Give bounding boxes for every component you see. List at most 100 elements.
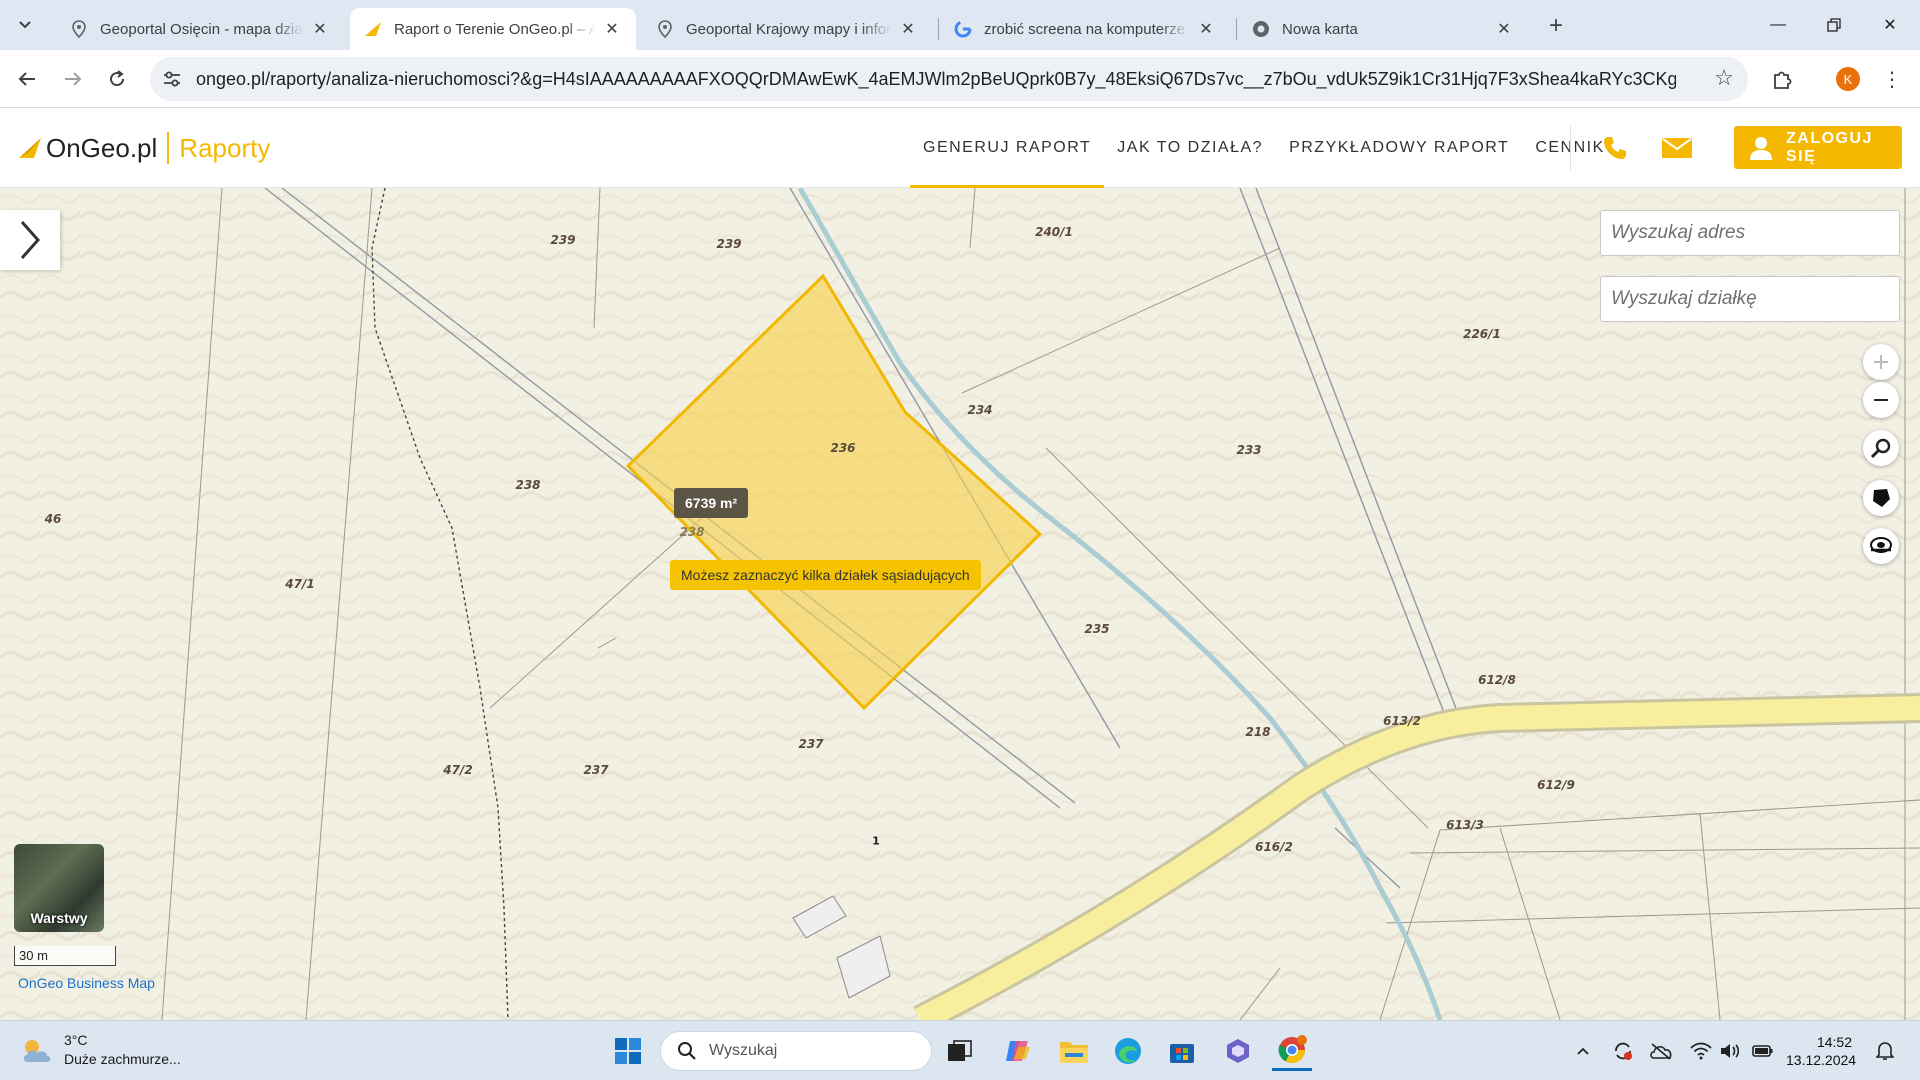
plot-label: 236 — [830, 441, 856, 455]
minus-icon — [1874, 399, 1888, 401]
tab-title: Geoportal Krajowy mapy i informacje — [686, 20, 892, 38]
nav-przykladowy-raport[interactable]: PRZYKŁADOWY RAPORT — [1276, 108, 1522, 188]
extensions-button[interactable] — [1766, 62, 1800, 96]
draw-polygon-button[interactable] — [1863, 480, 1899, 516]
plot-label: 238 — [679, 525, 705, 539]
reload-button[interactable] — [100, 62, 134, 96]
tab-google-search[interactable]: zrobić screena na komputerze - Szukaj ✕ — [940, 8, 1230, 50]
edge-browser-icon[interactable] — [1108, 1031, 1148, 1071]
profile-avatar[interactable]: K — [1836, 67, 1860, 91]
ongeo-logo[interactable]: OnGeo.pl Raporty — [18, 132, 270, 164]
plot-label: 613/2 — [1383, 714, 1421, 728]
close-window-icon[interactable]: ✕ — [1862, 0, 1918, 50]
weather-widget[interactable]: 3°C Duże zachmurze... — [20, 1031, 181, 1069]
close-tab-icon[interactable]: ✕ — [1494, 19, 1514, 39]
plot-label: 47/1 — [285, 577, 315, 591]
site-header: OnGeo.pl Raporty GENERUJ RAPORT JAK TO D… — [0, 108, 1920, 188]
taskbar-search-placeholder: Wyszukaj — [709, 1042, 778, 1059]
tab-geoportal-osiecin[interactable]: Geoportal Osięcin - mapa działek ✕ — [56, 8, 344, 50]
taskbar-search[interactable]: Wyszukaj — [660, 1031, 932, 1071]
close-tab-icon[interactable]: ✕ — [898, 19, 918, 39]
mail-icon[interactable] — [1662, 134, 1692, 162]
plot-label: 612/8 — [1478, 673, 1516, 687]
tab-separator — [1236, 18, 1237, 40]
battery-icon[interactable] — [1750, 1038, 1776, 1064]
restore-icon[interactable] — [1806, 0, 1862, 50]
chevron-down-icon — [19, 21, 31, 29]
login-label: ZALOGUJ SIĘ — [1786, 129, 1873, 165]
plot-label: 237 — [798, 737, 824, 751]
main-nav: GENERUJ RAPORT JAK TO DZIAŁA? PRZYKŁADOW… — [910, 108, 1618, 188]
address-bar[interactable]: ongeo.pl/raporty/analiza-nieruchomosci?&… — [150, 57, 1748, 101]
minimize-icon[interactable]: — — [1750, 0, 1806, 50]
close-tab-icon[interactable]: ✕ — [310, 19, 330, 39]
map-pin-icon — [70, 20, 88, 38]
logo-divider — [167, 132, 170, 164]
back-button[interactable] — [10, 62, 44, 96]
measure-button[interactable] — [1863, 528, 1899, 564]
map-canvas[interactable]: 239 239 240/1 226/1 236 234 233 238 46 4… — [0, 188, 1920, 1020]
system-clock[interactable]: 14:52 13.12.2024 — [1786, 1033, 1856, 1069]
plus-icon — [1874, 355, 1888, 369]
ongeo-logo-icon — [19, 138, 41, 158]
url-text[interactable]: ongeo.pl/raporty/analiza-nieruchomosci?&… — [196, 69, 1676, 90]
plot-label: 239 — [550, 233, 576, 247]
tab-separator — [938, 18, 939, 40]
arrow-right-icon — [65, 72, 82, 86]
tab-raport-ongeo[interactable]: Raport o Terenie OnGeo.pl – Analiza ✕ — [350, 8, 636, 50]
onedrive-offline-icon[interactable] — [1648, 1038, 1674, 1064]
nav-generuj-raport[interactable]: GENERUJ RAPORT — [910, 108, 1105, 188]
brand-name: OnGeo.pl — [46, 132, 158, 163]
file-explorer-icon[interactable] — [1054, 1031, 1094, 1071]
bookmark-star-icon[interactable]: ☆ — [1714, 65, 1734, 91]
clock-time: 14:52 — [1816, 1034, 1852, 1050]
chrome-taskbar-icon[interactable] — [1272, 1031, 1312, 1071]
browser-menu-icon[interactable]: ⋮ — [1880, 64, 1904, 94]
map-attribution-link[interactable]: OnGeo Business Map — [18, 975, 155, 991]
scale-bar: 30 m — [14, 946, 116, 966]
copilot-app-icon[interactable] — [1218, 1031, 1258, 1071]
tab-new[interactable]: Nowa karta ✕ — [1238, 8, 1528, 50]
arrow-left-icon — [18, 72, 35, 86]
zoom-in-button[interactable] — [1863, 344, 1899, 380]
close-tab-icon[interactable]: ✕ — [602, 19, 622, 39]
zoom-out-button[interactable] — [1863, 382, 1899, 418]
new-tab-button[interactable]: + — [1542, 12, 1570, 40]
notification-bell-icon[interactable] — [1872, 1038, 1898, 1064]
phone-icon[interactable] — [1600, 134, 1630, 162]
polygon-icon — [1873, 489, 1890, 507]
windows-start-icon[interactable] — [608, 1031, 648, 1071]
plot-label: 238 — [515, 478, 541, 492]
browser-toolbar: ongeo.pl/raporty/analiza-nieruchomosci?&… — [0, 50, 1920, 108]
windows-taskbar: 3°C Duże zachmurze... Wyszukaj 14:52 13.… — [0, 1020, 1920, 1080]
copilot-icon[interactable] — [998, 1031, 1038, 1071]
nav-jak-to-dziala[interactable]: JAK TO DZIAŁA? — [1104, 108, 1276, 188]
plot-label: 616/2 — [1255, 840, 1293, 854]
sidebar-toggle-button[interactable] — [0, 210, 60, 270]
search-address-input[interactable] — [1600, 210, 1900, 256]
login-button[interactable]: ZALOGUJ SIĘ — [1734, 126, 1902, 169]
forward-button[interactable] — [56, 62, 90, 96]
wifi-icon[interactable] — [1688, 1038, 1714, 1064]
microsoft-store-icon[interactable] — [1162, 1031, 1202, 1071]
tab-geoportal-krajowy[interactable]: Geoportal Krajowy mapy i informacje ✕ — [642, 8, 932, 50]
plot-label: 234 — [967, 403, 993, 417]
task-view-icon[interactable] — [940, 1031, 980, 1071]
magnifier-icon — [1870, 438, 1891, 459]
weather-temperature: 3°C — [64, 1032, 88, 1048]
building-label: 1 — [872, 834, 880, 848]
ongeo-favicon — [364, 20, 382, 38]
layers-button[interactable]: Warstwy — [14, 844, 104, 932]
search-plot-input[interactable] — [1600, 276, 1900, 322]
sync-icon[interactable] — [1610, 1038, 1636, 1064]
volume-icon[interactable] — [1717, 1038, 1743, 1064]
plot-label: 47/2 — [443, 763, 473, 777]
plot-label: 239 — [716, 237, 742, 251]
site-settings-icon[interactable] — [160, 67, 184, 91]
plot-label: 612/9 — [1537, 778, 1575, 792]
close-tab-icon[interactable]: ✕ — [1196, 19, 1216, 39]
search-map-button[interactable] — [1863, 430, 1899, 466]
tray-overflow-chevron-icon[interactable] — [1570, 1038, 1596, 1064]
tab-search-button[interactable] — [8, 9, 42, 41]
plot-label: 226/1 — [1463, 327, 1501, 341]
